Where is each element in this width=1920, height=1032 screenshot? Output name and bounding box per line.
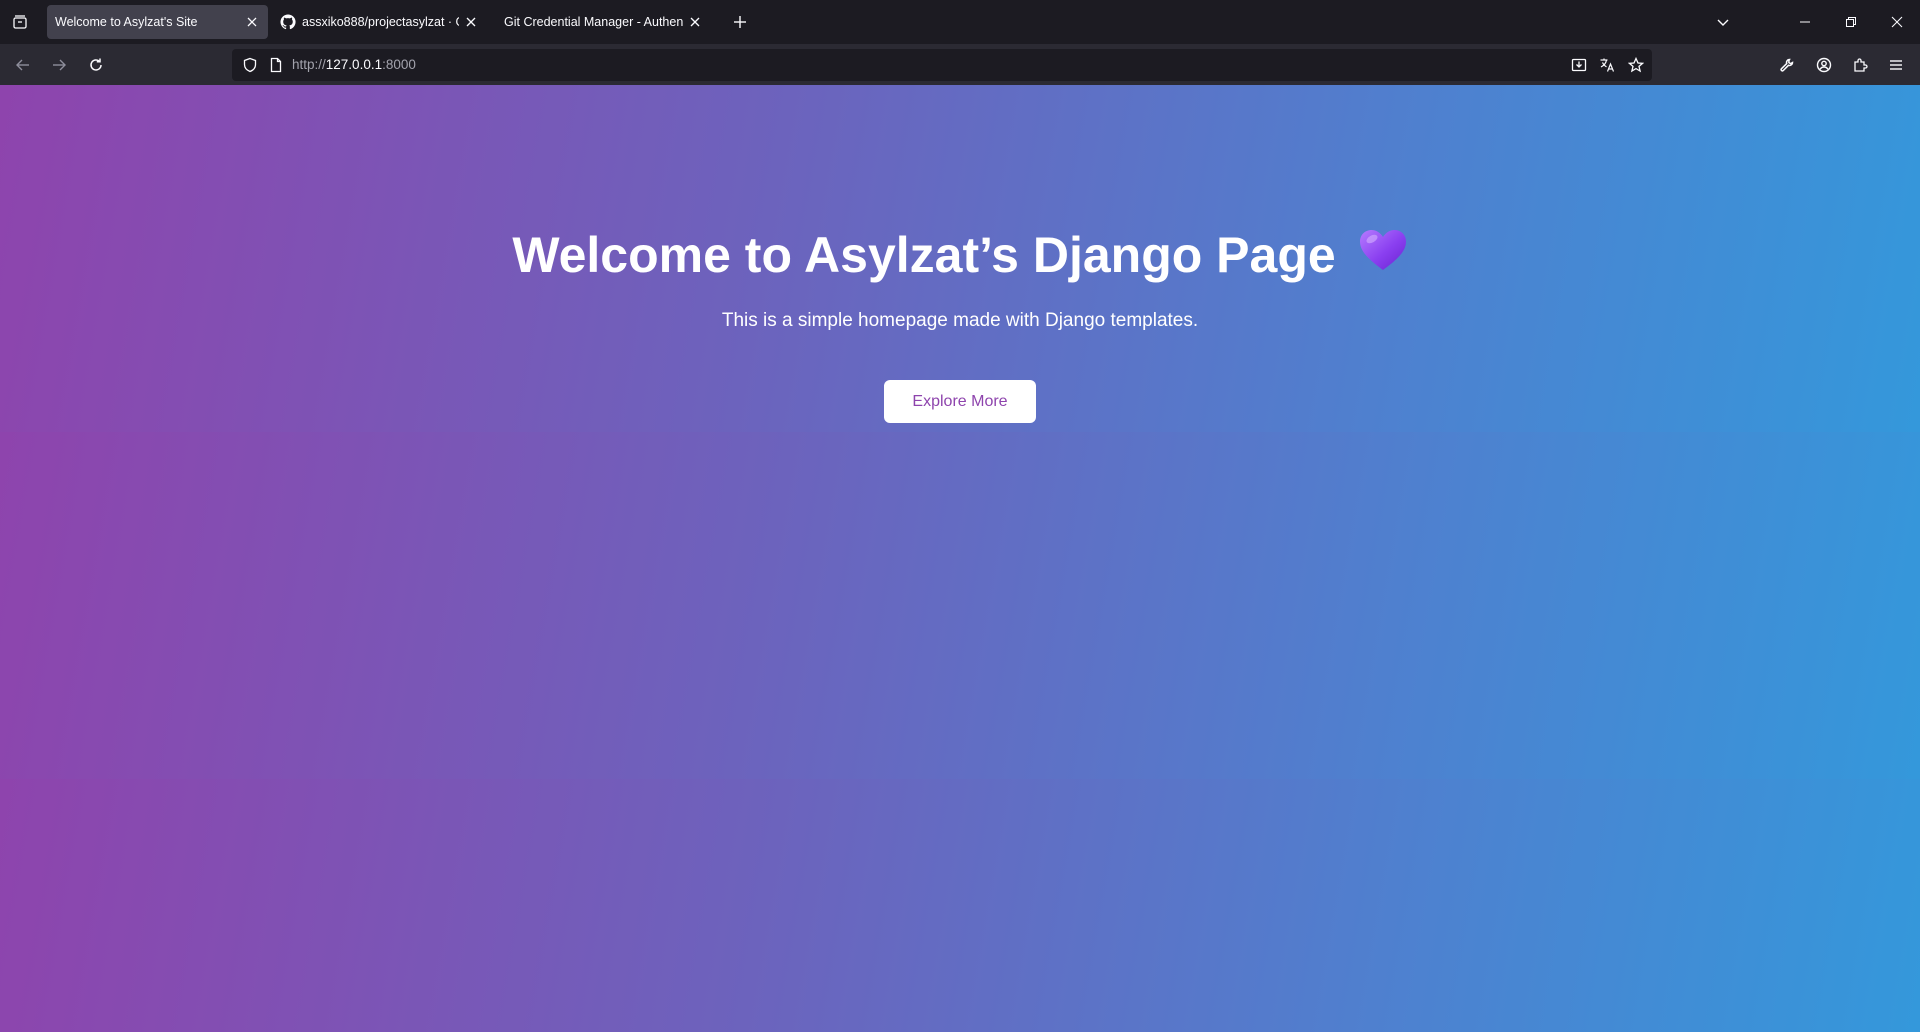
tab-strip: Welcome to Asylzat's Site assxiko888/pro… [0, 0, 1920, 44]
tracking-protection-shield-icon[interactable] [242, 57, 258, 73]
page-viewport: Welcome to Asylzat’s Django Page This is… [0, 85, 1920, 1032]
save-to-pocket-download-icon[interactable] [1571, 57, 1587, 73]
tab-welcome[interactable]: Welcome to Asylzat's Site [47, 5, 268, 39]
forward-arrow-icon[interactable] [44, 50, 74, 80]
window-close-icon[interactable] [1874, 0, 1920, 44]
navigation-toolbar: http://127.0.0.1:8000 [0, 44, 1920, 85]
address-bar[interactable]: http://127.0.0.1:8000 [232, 49, 1652, 81]
minimize-icon[interactable] [1782, 0, 1828, 44]
background-band [0, 432, 1920, 779]
hamburger-menu-icon[interactable] [1881, 50, 1911, 80]
list-all-tabs-chevron-icon[interactable] [1700, 0, 1746, 44]
page-info-icon[interactable] [268, 57, 284, 73]
tab-github[interactable]: assxiko888/projectasylzat · GitH [272, 5, 487, 39]
reload-icon[interactable] [81, 50, 111, 80]
page-subtitle: This is a simple homepage made with Djan… [721, 310, 1199, 331]
account-icon[interactable] [1809, 50, 1839, 80]
page-title: Welcome to Asylzat’s Django Page [0, 227, 1920, 283]
hero-section: Welcome to Asylzat’s Django Page This is… [0, 85, 1920, 432]
restore-icon[interactable] [1828, 0, 1874, 44]
back-arrow-icon[interactable] [8, 50, 38, 80]
url-scheme: http:// [292, 57, 326, 72]
explore-more-button[interactable]: Explore More [884, 380, 1036, 423]
tab-git-credential-manager[interactable]: Git Credential Manager - Authentica [496, 5, 711, 39]
tab-overview-icon[interactable] [0, 0, 40, 44]
tab-title: Git Credential Manager - Authentica [504, 15, 683, 29]
purple-heart-icon [1358, 228, 1408, 280]
close-icon[interactable] [687, 14, 703, 30]
url-host: 127.0.0.1 [325, 57, 383, 72]
background-band [0, 779, 1920, 1032]
tab-title: Welcome to Asylzat's Site [55, 15, 198, 29]
url-port: :8000 [382, 57, 416, 72]
tab-title: assxiko888/projectasylzat · GitH [302, 15, 459, 29]
translate-icon[interactable] [1599, 57, 1615, 73]
wrench-icon[interactable] [1772, 50, 1802, 80]
close-icon[interactable] [463, 14, 479, 30]
github-icon [280, 14, 296, 30]
extensions-puzzle-icon[interactable] [1845, 50, 1875, 80]
page-title-text: Welcome to Asylzat’s Django Page [512, 227, 1336, 283]
close-icon[interactable] [244, 14, 260, 30]
url-text[interactable]: http://127.0.0.1:8000 [292, 49, 416, 81]
new-tab-plus-icon[interactable] [728, 10, 752, 34]
bookmark-star-icon[interactable] [1628, 57, 1644, 73]
